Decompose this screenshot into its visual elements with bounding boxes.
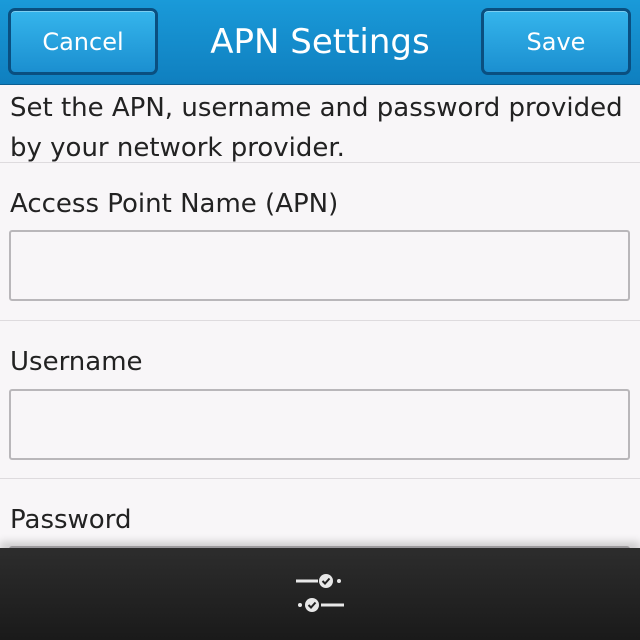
divider — [0, 162, 640, 163]
username-input[interactable] — [9, 389, 630, 460]
title-bar: Cancel APN Settings Save — [0, 0, 640, 85]
settings-sliders-icon[interactable] — [290, 568, 350, 618]
divider — [0, 320, 640, 321]
apn-input[interactable] — [9, 230, 630, 301]
save-button[interactable]: Save — [481, 8, 631, 75]
apn-label: Access Point Name (APN) — [10, 189, 339, 219]
username-label: Username — [10, 347, 143, 377]
password-label: Password — [10, 505, 132, 535]
action-bar — [0, 548, 640, 640]
divider — [0, 478, 640, 479]
description-text: Set the APN, username and password provi… — [10, 93, 623, 163]
